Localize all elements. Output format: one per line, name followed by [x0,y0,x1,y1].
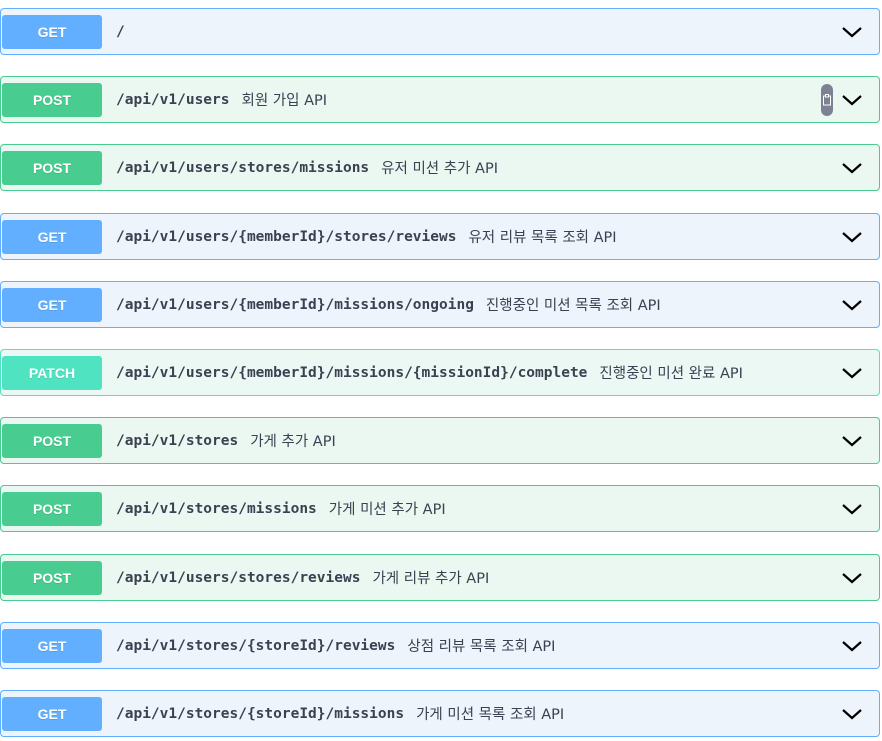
operation-row[interactable]: POST /api/v1/stores/missions 가게 미션 추가 AP… [0,485,880,532]
operation-row[interactable]: GET /api/v1/users/{memberId}/stores/revi… [0,213,880,260]
chevron-down-icon[interactable] [841,502,863,516]
operation-row[interactable]: POST /api/v1/users/stores/reviews 가게 리뷰 … [0,554,880,601]
operation-row[interactable]: GET / [0,8,880,55]
method-badge: GET [2,14,102,49]
operation-path: /api/v1/users [116,91,230,108]
method-badge: PATCH [2,355,102,390]
operation-summary: 가게 미션 목록 조회 API [416,707,565,723]
chevron-down-icon[interactable] [841,298,863,312]
operation-path: /api/v1/users/{memberId}/stores/reviews [116,228,457,245]
method-badge: POST [2,423,102,458]
operation-path: /api/v1/stores [116,432,239,449]
operation-summary: 가게 추가 API [250,434,336,450]
operation-row[interactable]: GET /api/v1/stores/{storeId}/reviews 상점 … [0,622,880,669]
operation-path: /api/v1/users/{memberId}/missions/{missi… [116,364,588,381]
operation-row[interactable]: PATCH /api/v1/users/{memberId}/missions/… [0,349,880,396]
method-badge: GET [2,287,102,322]
operation-summary: 진행중인 미션 완료 API [599,366,743,382]
method-badge: POST [2,82,102,117]
operation-summary: 가게 리뷰 추가 API [372,571,490,587]
method-badge: POST [2,560,102,595]
method-badge: POST [2,491,102,526]
operation-path: /api/v1/users/stores/reviews [116,569,361,586]
chevron-down-icon[interactable] [841,571,863,585]
operation-summary: 가게 미션 추가 API [328,502,446,518]
operation-row[interactable]: POST /api/v1/users/stores/missions 유저 미션… [0,144,880,191]
operation-path: / [116,23,125,40]
operation-path: /api/v1/stores/missions [116,500,317,517]
method-badge: GET [2,219,102,254]
chevron-down-icon[interactable] [841,161,863,175]
operation-summary: 상점 리뷰 목록 조회 API [407,639,556,655]
operation-path: /api/v1/stores/{storeId}/missions [116,705,405,722]
operation-path: /api/v1/stores/{storeId}/reviews [116,637,396,654]
chevron-down-icon[interactable] [841,366,863,380]
chevron-down-icon[interactable] [841,93,863,107]
method-badge: GET [2,628,102,663]
operation-row[interactable]: POST /api/v1/users 회원 가입 API [0,76,880,123]
operation-summary: 진행중인 미션 목록 조회 API [485,298,661,314]
chevron-down-icon[interactable] [841,707,863,721]
method-badge: GET [2,696,102,731]
operation-row[interactable]: POST /api/v1/stores 가게 추가 API [0,417,880,464]
operation-path: /api/v1/users/stores/missions [116,159,370,176]
operation-summary: 회원 가입 API [241,93,328,109]
method-badge: POST [2,150,102,185]
chevron-down-icon[interactable] [841,25,863,39]
operation-path: /api/v1/users/{memberId}/missions/ongoin… [116,296,474,313]
copy-icon[interactable] [821,83,833,116]
operation-row[interactable]: GET /api/v1/users/{memberId}/missions/on… [0,281,880,328]
operation-summary: 유저 리뷰 목록 조회 API [468,230,617,246]
chevron-down-icon[interactable] [841,434,863,448]
chevron-down-icon[interactable] [841,639,863,653]
operation-row[interactable]: GET /api/v1/stores/{storeId}/missions 가게… [0,690,880,737]
operation-summary: 유저 미션 추가 API [381,161,498,177]
chevron-down-icon[interactable] [841,230,863,244]
